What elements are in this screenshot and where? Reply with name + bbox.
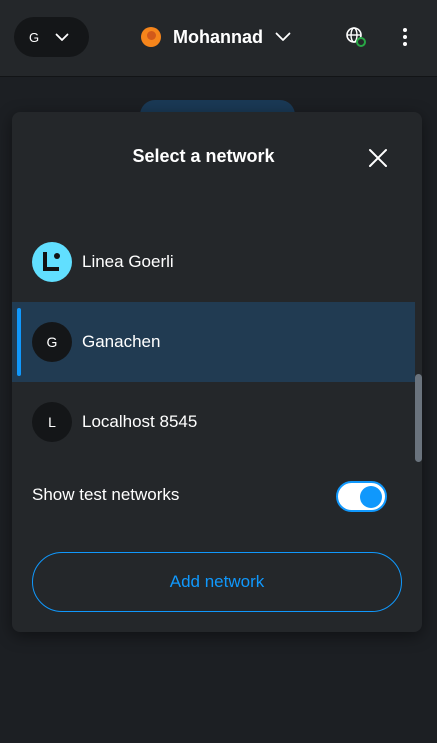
scrollbar[interactable] (415, 374, 422, 464)
network-avatar: G (32, 322, 72, 362)
network-picker-button[interactable]: G (14, 17, 89, 57)
scrollbar-thumb[interactable] (415, 374, 422, 462)
metamask-fox-icon (141, 27, 161, 47)
network-label: Linea Goerli (82, 252, 174, 271)
top-header: G Mohannad (0, 0, 437, 76)
network-label: Localhost 8545 (82, 412, 198, 431)
network-avatar-letter: G (29, 29, 40, 45)
globe-connected-icon[interactable] (345, 26, 367, 48)
selected-indicator (17, 308, 21, 376)
chevron-down-icon (275, 32, 291, 41)
network-label: Ganachen (82, 332, 161, 351)
chevron-down-icon (55, 33, 69, 41)
network-item-localhost-8545[interactable]: L Localhost 8545 (12, 382, 415, 462)
network-item-linea-goerli[interactable]: Linea Goerli (12, 222, 415, 302)
show-test-networks-toggle[interactable] (336, 481, 387, 512)
app-root: G Mohannad Select a network Linea Goerli… (0, 0, 437, 743)
account-picker-button[interactable]: Mohannad (141, 24, 291, 50)
linea-logo-icon (32, 242, 72, 282)
account-name: Mohannad (173, 26, 263, 47)
toggle-knob (360, 486, 382, 508)
add-network-button[interactable]: Add network (32, 552, 402, 612)
network-avatar: L (32, 402, 72, 442)
select-network-modal: Select a network Linea Goerli G Ganachen… (12, 112, 422, 632)
network-item-ganachen[interactable]: G Ganachen (12, 302, 415, 382)
modal-title: Select a network (132, 146, 275, 166)
kebab-menu-icon[interactable] (396, 26, 414, 48)
show-test-networks-label: Show test networks (32, 485, 180, 504)
close-icon[interactable] (367, 147, 389, 169)
